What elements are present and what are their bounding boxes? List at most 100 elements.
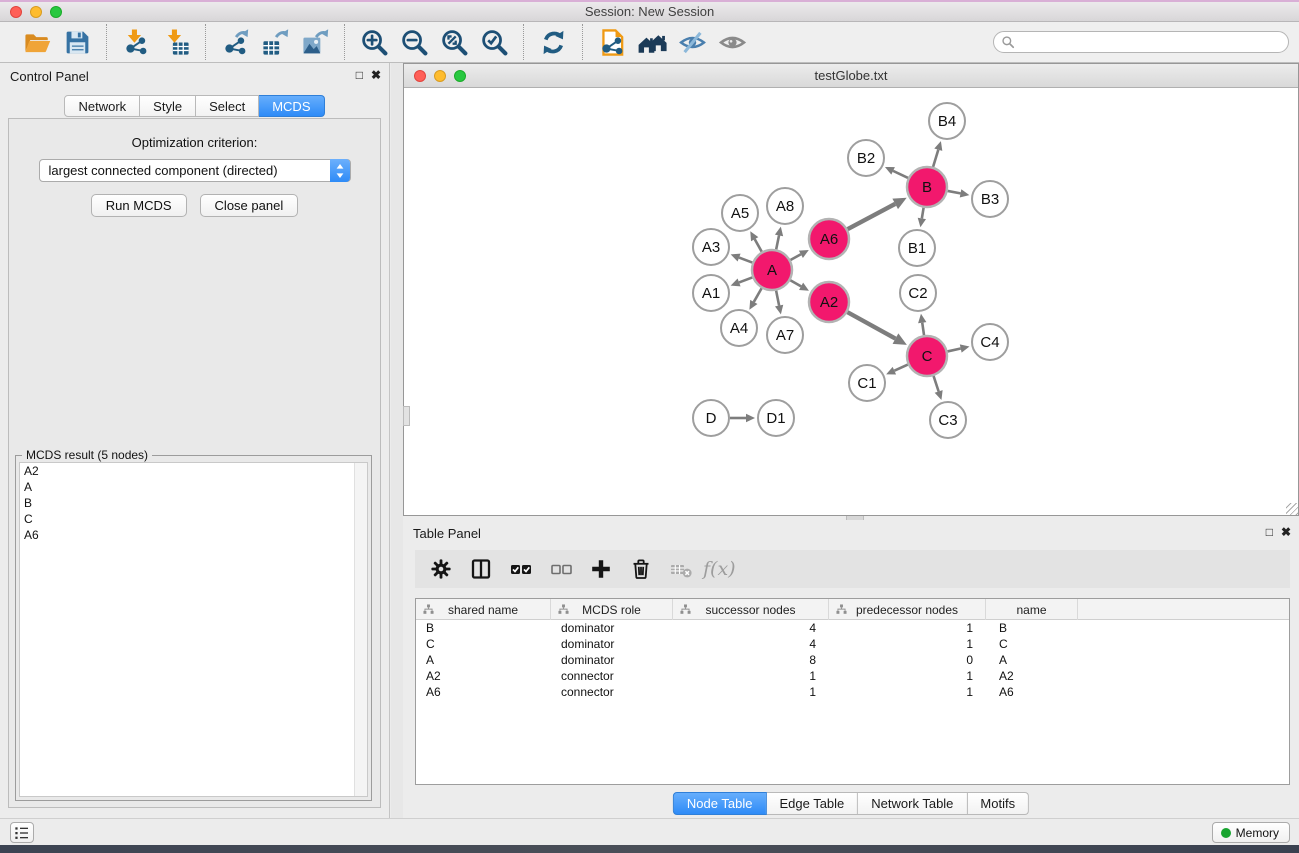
select-all-button[interactable] bbox=[503, 553, 539, 585]
zoom-selected-button[interactable] bbox=[474, 25, 514, 59]
edge-C-C1[interactable] bbox=[894, 365, 907, 371]
zoom-out-button[interactable] bbox=[394, 25, 434, 59]
maximize-window-button[interactable] bbox=[50, 6, 62, 18]
column-header-predecessor-nodes[interactable]: predecessor nodes bbox=[829, 599, 986, 620]
export-network-button[interactable] bbox=[215, 25, 255, 59]
tab-edge-table[interactable]: Edge Table bbox=[766, 792, 858, 815]
criterion-dropdown[interactable]: largest connected component (directed) bbox=[39, 159, 351, 182]
edge-A6-B[interactable] bbox=[848, 204, 896, 229]
function-builder-button[interactable]: f(x) bbox=[703, 558, 736, 580]
export-table-button[interactable] bbox=[255, 25, 295, 59]
edge-A-A6[interactable] bbox=[790, 254, 800, 260]
edge-A-A7[interactable] bbox=[776, 291, 779, 306]
edge-B-B3[interactable] bbox=[948, 191, 961, 193]
save-session-button[interactable] bbox=[57, 25, 97, 59]
edge-C-C3[interactable] bbox=[934, 376, 939, 392]
network-graph[interactable]: B4B2BB3B1A6A5A8A3AA1A2A4A7C2CC4C1C3DD1 bbox=[404, 89, 1298, 515]
edge-B-B4[interactable] bbox=[933, 150, 938, 167]
mcds-result-list[interactable]: A2ABCA6 bbox=[19, 462, 368, 797]
export-image-button[interactable] bbox=[295, 25, 335, 59]
cell-MCDS-role: connector bbox=[551, 668, 673, 684]
edge-A-A8[interactable] bbox=[776, 235, 779, 249]
column-button[interactable] bbox=[463, 553, 499, 585]
tab-mcds[interactable]: MCDS bbox=[259, 95, 324, 117]
result-list-item[interactable]: A bbox=[20, 479, 367, 495]
zoom-fit-button[interactable] bbox=[434, 25, 474, 59]
edge-B-B1[interactable] bbox=[922, 208, 924, 219]
gear-button[interactable] bbox=[423, 553, 459, 585]
close-table-panel-icon[interactable]: ✖ bbox=[1281, 525, 1291, 539]
tab-select[interactable]: Select bbox=[196, 95, 259, 117]
split-grip-icon[interactable] bbox=[403, 406, 410, 426]
delete-table-button[interactable] bbox=[663, 553, 699, 585]
import-network-button[interactable] bbox=[116, 25, 156, 59]
edge-B-B2[interactable] bbox=[893, 171, 908, 178]
table-panel-header: Table Panel □ ✖ bbox=[403, 520, 1299, 546]
import-table-button[interactable] bbox=[156, 25, 196, 59]
node-label-A1: A1 bbox=[702, 285, 720, 302]
table-row[interactable]: Cdominator41C bbox=[416, 636, 1289, 652]
result-list-item[interactable]: A6 bbox=[20, 527, 367, 543]
deselect-all-icon bbox=[549, 557, 573, 581]
close-window-button[interactable] bbox=[10, 6, 22, 18]
hide-details-button[interactable] bbox=[672, 25, 712, 59]
network-maximize-button[interactable] bbox=[454, 70, 466, 82]
tab-network[interactable]: Network bbox=[64, 95, 140, 117]
delete-button[interactable] bbox=[623, 553, 659, 585]
zoom-in-button[interactable] bbox=[354, 25, 394, 59]
table-row[interactable]: Bdominator41B bbox=[416, 620, 1289, 636]
search-input[interactable] bbox=[993, 31, 1289, 53]
network-from-file-button[interactable] bbox=[592, 25, 632, 59]
edge-A-A1[interactable] bbox=[739, 277, 752, 282]
edge-A-A4[interactable] bbox=[754, 288, 762, 302]
toolbar-group bbox=[523, 24, 582, 60]
open-file-button[interactable] bbox=[17, 25, 57, 59]
refresh-button[interactable] bbox=[533, 25, 573, 59]
column-header-name[interactable]: name bbox=[986, 599, 1078, 620]
node-table[interactable]: shared nameMCDS rolesuccessor nodesprede… bbox=[415, 598, 1290, 785]
table-row[interactable]: A2connector11A2 bbox=[416, 668, 1289, 684]
resize-grip-icon[interactable] bbox=[1286, 503, 1298, 515]
hide-details-icon bbox=[678, 28, 707, 57]
task-history-button[interactable] bbox=[10, 822, 34, 843]
edge-C-C2[interactable] bbox=[922, 323, 924, 336]
column-header-shared-name[interactable]: shared name bbox=[416, 599, 551, 620]
network-close-button[interactable] bbox=[414, 70, 426, 82]
result-list-item[interactable]: A2 bbox=[20, 463, 367, 479]
result-list-item[interactable]: C bbox=[20, 511, 367, 527]
node-label-C: C bbox=[922, 348, 933, 365]
edge-A-A5[interactable] bbox=[755, 239, 762, 252]
edge-A-A3[interactable] bbox=[739, 258, 752, 263]
edge-C-C4[interactable] bbox=[947, 349, 960, 352]
deselect-all-button[interactable] bbox=[543, 553, 579, 585]
home-button[interactable] bbox=[632, 25, 672, 59]
tab-network-table[interactable]: Network Table bbox=[858, 792, 967, 815]
add-button[interactable] bbox=[583, 553, 619, 585]
panel-divider[interactable] bbox=[391, 63, 403, 818]
session-titlebar[interactable]: Session: New Session bbox=[0, 2, 1299, 22]
memory-button[interactable]: Memory bbox=[1212, 822, 1290, 843]
show-details-button[interactable] bbox=[712, 25, 752, 59]
network-window-titlebar[interactable]: testGlobe.txt bbox=[404, 64, 1298, 88]
float-table-panel-icon[interactable]: □ bbox=[1266, 525, 1273, 539]
result-list-item[interactable]: B bbox=[20, 495, 367, 511]
close-panel-button[interactable]: Close panel bbox=[200, 194, 299, 217]
network-minimize-button[interactable] bbox=[434, 70, 446, 82]
tab-style[interactable]: Style bbox=[140, 95, 196, 117]
tab-node-table[interactable]: Node Table bbox=[673, 792, 767, 815]
column-header-MCDS-role[interactable]: MCDS role bbox=[551, 599, 673, 620]
table-row[interactable]: A6connector11A6 bbox=[416, 684, 1289, 700]
arrowhead-icon bbox=[746, 414, 755, 422]
edge-A-A2[interactable] bbox=[790, 280, 801, 286]
close-panel-icon[interactable]: ✖ bbox=[371, 68, 381, 82]
tab-motifs[interactable]: Motifs bbox=[967, 792, 1029, 815]
minimize-window-button[interactable] bbox=[30, 6, 42, 18]
column-header-successor-nodes[interactable]: successor nodes bbox=[673, 599, 829, 620]
edge-A2-C[interactable] bbox=[847, 312, 895, 338]
cell-name: B bbox=[986, 620, 1078, 636]
result-list-scrollbar[interactable] bbox=[354, 463, 367, 796]
network-canvas[interactable]: B4B2BB3B1A6A5A8A3AA1A2A4A7C2CC4C1C3DD1 bbox=[404, 89, 1298, 515]
run-mcds-button[interactable]: Run MCDS bbox=[91, 194, 187, 217]
table-row[interactable]: Adominator80A bbox=[416, 652, 1289, 668]
float-panel-icon[interactable]: □ bbox=[356, 68, 363, 82]
